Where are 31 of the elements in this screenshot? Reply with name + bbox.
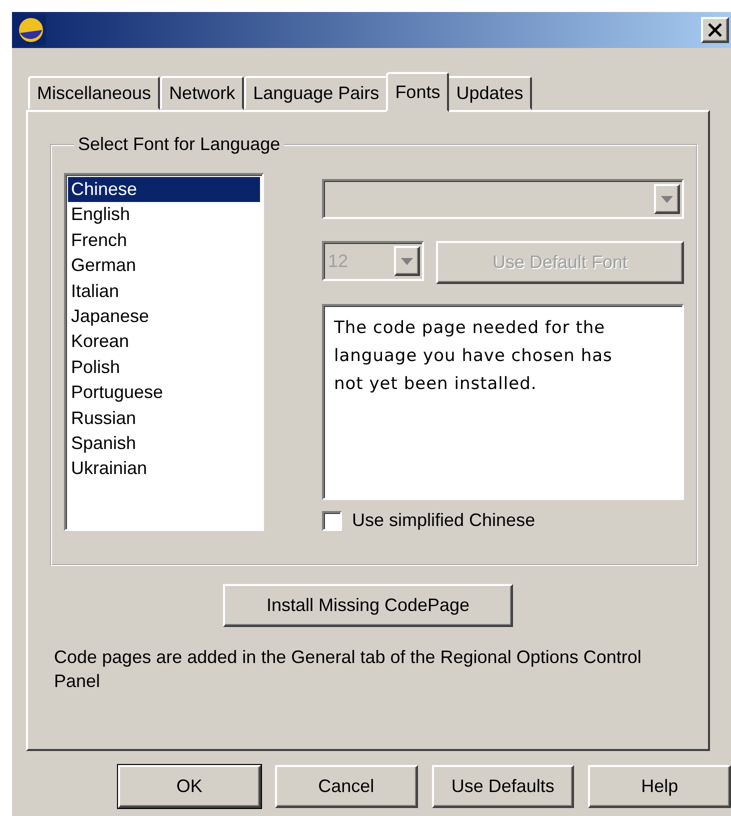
tab[interactable]: Language Pairs xyxy=(244,76,388,110)
language-item[interactable]: Spanish xyxy=(68,431,260,456)
language-item[interactable]: Portuguese xyxy=(68,380,260,406)
language-list[interactable]: Chinese English French German Italian Japanese Korean Polish Portuguese Russian Spanish Ukrainian xyxy=(64,173,264,531)
language-item[interactable]: Chinese xyxy=(68,177,260,202)
language-item[interactable]: Korean xyxy=(68,329,260,355)
tab[interactable]: Network xyxy=(160,76,244,110)
group-title: Select Font for Language xyxy=(77,134,282,155)
close-icon xyxy=(707,23,723,37)
dialog-button[interactable]: Cancel xyxy=(274,765,418,808)
app-logo-icon xyxy=(16,15,46,45)
language-item[interactable]: Italian xyxy=(68,278,260,304)
language-item[interactable]: German xyxy=(68,253,260,279)
note-text: Code pages are added in the General tab of the Regional Options Control Panel xyxy=(53,646,642,693)
language-item[interactable]: Russian xyxy=(68,406,260,432)
language-item[interactable]: French xyxy=(68,228,260,254)
tab[interactable]: Miscellaneous xyxy=(28,76,160,110)
language-item[interactable]: Ukrainian xyxy=(68,456,260,482)
close-button[interactable] xyxy=(701,17,729,43)
dialog-button[interactable]: Use Defaults xyxy=(432,765,574,808)
tab[interactable]: Fonts xyxy=(386,72,450,112)
dialog-button[interactable]: Help xyxy=(588,765,731,808)
install-codepage-button[interactable]: Install Missing CodePage xyxy=(223,584,513,627)
message-text: The code page needed for the language you have chosen has not yet been installed. xyxy=(322,304,684,500)
checkbox[interactable] xyxy=(322,510,342,530)
tab[interactable]: Updates xyxy=(447,76,532,110)
dialog-button[interactable]: OK xyxy=(118,765,261,808)
language-item[interactable]: English xyxy=(68,202,260,228)
language-item[interactable]: Polish xyxy=(68,354,260,380)
language-item[interactable]: Japanese xyxy=(68,304,260,330)
checkbox-label: Use simplified Chinese xyxy=(352,510,536,531)
